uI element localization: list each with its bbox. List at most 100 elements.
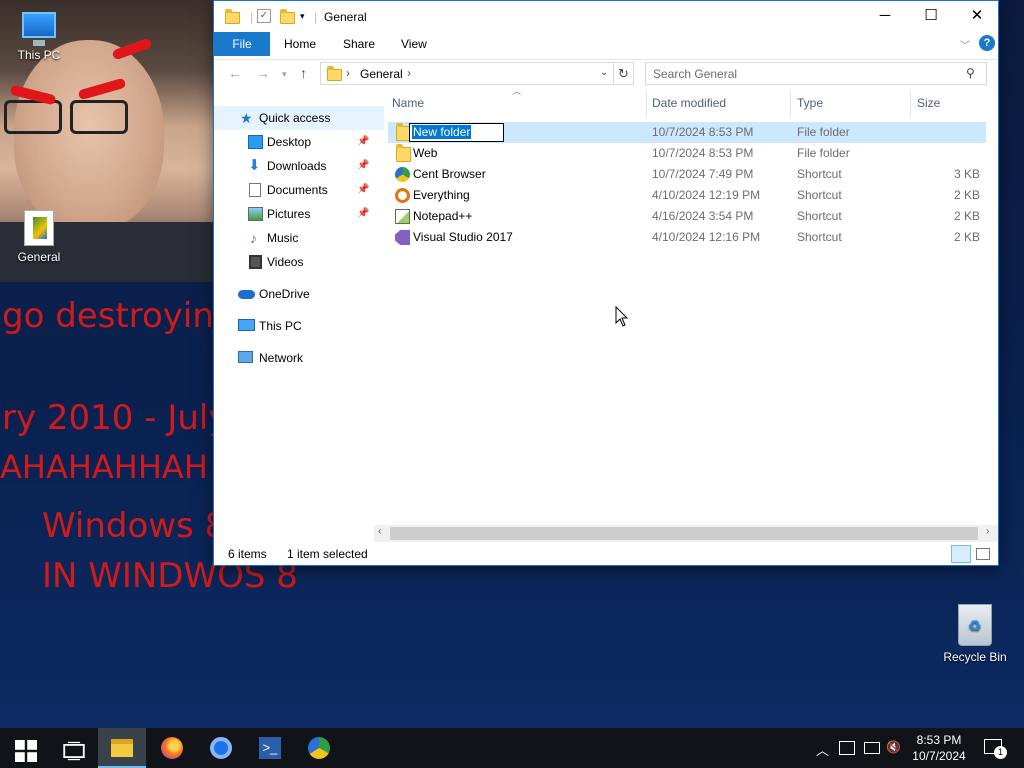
file-row[interactable]: Web 10/7/2024 8:53 PM File folder: [388, 143, 986, 164]
clock-date: 10/7/2024: [912, 749, 966, 763]
breadcrumb-chevron-icon[interactable]: ›: [346, 66, 350, 80]
nav-item-documents[interactable]: Documents 📌: [214, 178, 384, 202]
firefox-icon: [161, 737, 183, 759]
maximize-button[interactable]: ☐: [908, 1, 954, 32]
file-date: 4/10/2024 12:16 PM: [652, 230, 761, 244]
breadcrumb-general[interactable]: General: [360, 67, 403, 81]
nav-item-downloads[interactable]: ⬇ Downloads 📌: [214, 154, 384, 178]
tab-home[interactable]: Home: [270, 32, 330, 56]
address-folder-icon: [327, 66, 342, 81]
file-type: File folder: [797, 125, 850, 139]
nav-label: Pictures: [267, 207, 311, 221]
properties-icon[interactable]: ✓: [257, 9, 271, 23]
column-header-size[interactable]: Size: [917, 96, 940, 110]
file-row[interactable]: Everything 4/10/2024 12:19 PM Shortcut 2…: [388, 185, 986, 206]
address-row: ← → ▾ ↑ › General › ⌄ ↻ Search General ⚲: [214, 59, 998, 87]
desktop-icon-recycle-bin[interactable]: ♻ Recycle Bin: [937, 604, 1013, 664]
recent-locations-icon[interactable]: ▾: [282, 69, 287, 80]
volume-muted-icon[interactable]: 🔇: [886, 740, 901, 754]
pin-icon[interactable]: 📌: [357, 154, 369, 178]
nav-this-pc[interactable]: This PC: [214, 314, 384, 338]
file-date: 4/16/2024 3:54 PM: [652, 209, 754, 223]
status-bar: 6 items 1 item selected: [214, 543, 998, 565]
column-header-type[interactable]: Type: [797, 96, 823, 110]
clock[interactable]: 8:53 PM 10/7/2024: [906, 732, 972, 764]
action-center-status-icon[interactable]: [839, 741, 855, 755]
file-list: ︿ Name Date modified Type Size New folde…: [388, 86, 992, 530]
tab-share[interactable]: Share: [329, 32, 389, 56]
file-type: Shortcut: [797, 167, 842, 181]
address-dropdown-icon[interactable]: ⌄: [600, 67, 608, 78]
taskbar-powershell[interactable]: >_: [246, 728, 294, 768]
taskbar: >_ ︿ 🔇 8:53 PM 10/7/2024 1: [0, 728, 1024, 768]
tab-file[interactable]: File: [214, 32, 270, 56]
nav-quick-access[interactable]: ★ Quick access: [214, 106, 384, 130]
taskbar-chrome[interactable]: [197, 728, 245, 768]
file-size: 2 KB: [953, 209, 980, 223]
rename-input[interactable]: New folder: [409, 123, 504, 142]
show-hidden-icons-icon[interactable]: ︿: [816, 740, 829, 759]
details-view-icon[interactable]: [951, 545, 971, 563]
task-view-button[interactable]: [48, 728, 96, 768]
title-bar[interactable]: | ✓ ▾ | General ─ ☐ ✕: [214, 1, 998, 32]
scrollbar-thumb[interactable]: [390, 527, 978, 540]
taskbar-cent-browser[interactable]: [295, 728, 343, 768]
taskbar-firefox[interactable]: [148, 728, 196, 768]
search-icon[interactable]: ⚲: [966, 66, 975, 80]
minimize-button[interactable]: ─: [862, 1, 908, 32]
large-icons-view-icon[interactable]: [976, 548, 990, 560]
address-bar[interactable]: › General › ⌄ ↻: [320, 62, 634, 85]
pin-icon[interactable]: 📌: [357, 130, 369, 154]
search-input[interactable]: Search General ⚲: [645, 62, 987, 85]
desktop-icon-label: General: [17, 250, 61, 264]
back-arrow-icon[interactable]: ←: [228, 65, 242, 81]
pin-icon[interactable]: 📌: [357, 202, 369, 226]
help-icon[interactable]: ?: [979, 35, 995, 51]
column-header-date-modified[interactable]: Date modified: [652, 96, 726, 110]
nav-label: Quick access: [259, 111, 331, 125]
file-row[interactable]: Visual Studio 2017 4/10/2024 12:16 PM Sh…: [388, 227, 986, 248]
scroll-left-icon[interactable]: ‹: [378, 526, 381, 537]
file-row[interactable]: New folder 10/7/2024 8:53 PM File folder: [388, 122, 986, 143]
file-row[interactable]: Cent Browser 10/7/2024 7:49 PM Shortcut …: [388, 164, 986, 185]
file-row[interactable]: Notepad++ 4/16/2024 3:54 PM Shortcut 2 K…: [388, 206, 986, 227]
file-name: Cent Browser: [413, 167, 486, 181]
wallpaper-text-1: go destroying: [2, 296, 236, 336]
folder-icon: [396, 144, 411, 162]
expand-ribbon-icon[interactable]: ﹀: [960, 37, 970, 52]
file-name: Everything: [413, 188, 470, 202]
recycle-bin-icon: ♻: [958, 604, 992, 646]
horizontal-scrollbar[interactable]: ‹ ›: [374, 525, 998, 542]
close-button[interactable]: ✕: [954, 1, 1000, 32]
new-folder-qat-icon[interactable]: [280, 9, 295, 24]
desktop-icon-this-pc[interactable]: This PC: [1, 12, 77, 62]
file-date: 10/7/2024 8:53 PM: [652, 125, 754, 139]
notification-center-icon[interactable]: 1: [984, 739, 1007, 759]
nav-label: Documents: [267, 183, 328, 197]
nav-network[interactable]: Network: [214, 346, 384, 370]
cloud-icon: [238, 290, 255, 299]
column-header-name[interactable]: Name: [392, 96, 424, 110]
nav-label: Music: [267, 231, 299, 245]
network-status-icon[interactable]: [864, 742, 880, 754]
download-icon: ⬇: [248, 157, 261, 174]
nav-item-pictures[interactable]: Pictures 📌: [214, 202, 384, 226]
up-arrow-icon[interactable]: ↑: [300, 65, 307, 81]
nav-item-videos[interactable]: Videos: [214, 250, 384, 274]
breadcrumb-chevron-icon[interactable]: ›: [407, 66, 411, 80]
refresh-icon[interactable]: ↻: [618, 66, 629, 82]
cent-browser-icon: [395, 167, 410, 182]
start-button[interactable]: [0, 728, 48, 768]
desktop-icon: [248, 135, 263, 149]
pin-icon[interactable]: 📌: [357, 178, 369, 202]
desktop-icon-general[interactable]: General: [1, 210, 77, 264]
customize-qat-icon[interactable]: ▾: [300, 11, 305, 22]
scroll-right-icon[interactable]: ›: [986, 526, 989, 537]
tab-view[interactable]: View: [387, 32, 441, 56]
nav-item-desktop[interactable]: Desktop 📌: [214, 130, 384, 154]
taskbar-file-explorer[interactable]: [98, 728, 146, 768]
cent-browser-icon: [308, 737, 330, 759]
nav-onedrive[interactable]: OneDrive: [214, 282, 384, 306]
nav-item-music[interactable]: ♪ Music: [214, 226, 384, 250]
forward-arrow-icon[interactable]: →: [256, 65, 270, 81]
